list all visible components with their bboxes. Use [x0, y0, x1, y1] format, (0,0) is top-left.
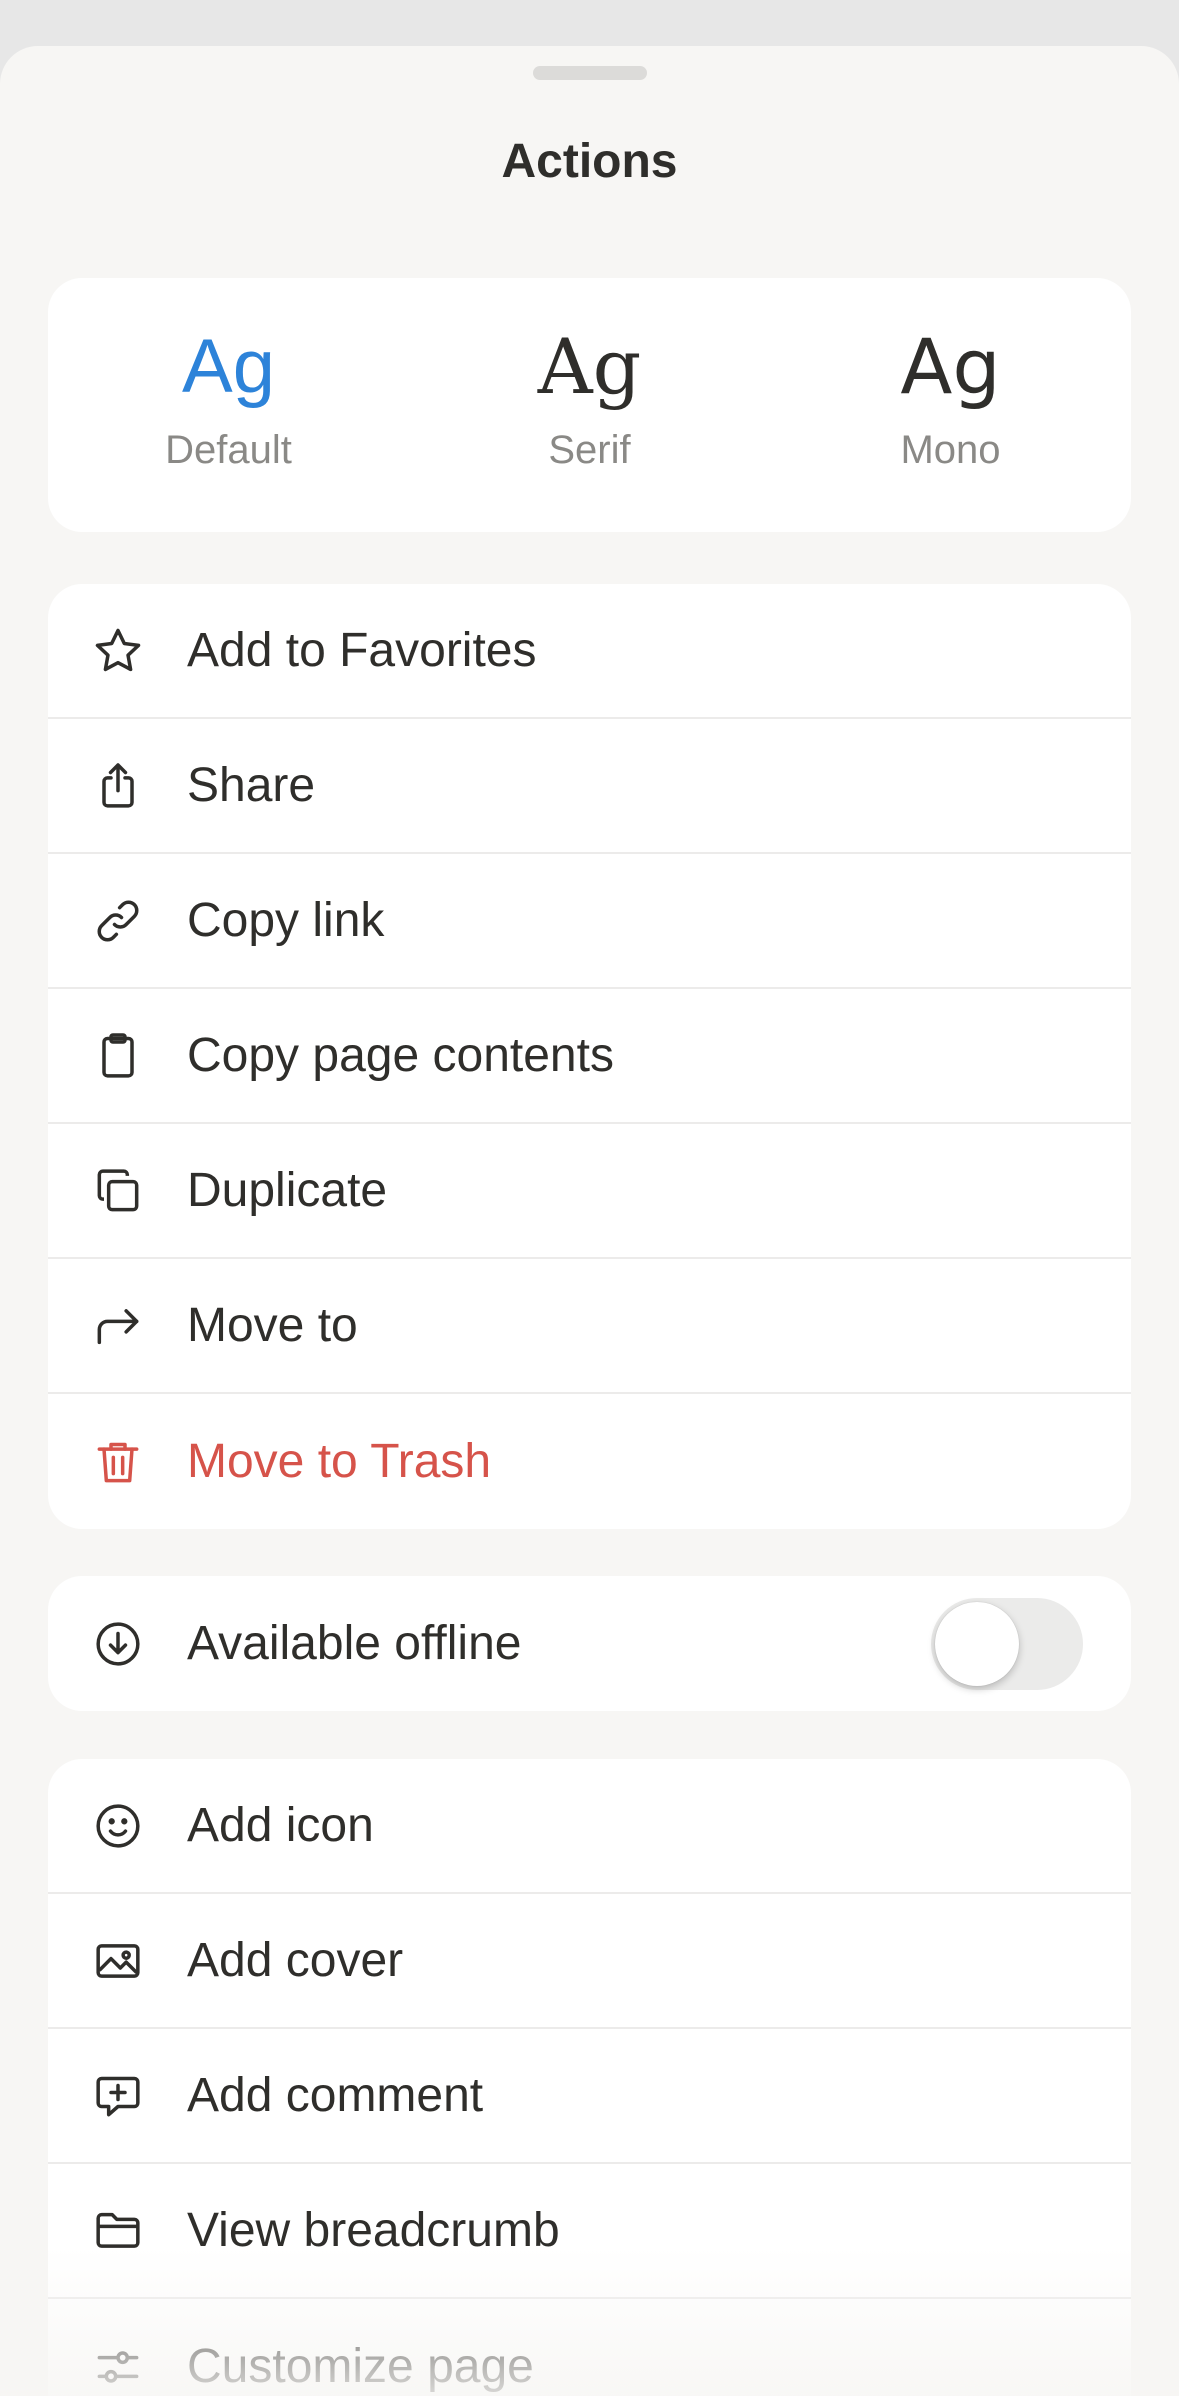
page-extras-group: Add icon Add cover Add comment View brea…: [48, 1759, 1131, 2396]
duplicate-button[interactable]: Duplicate: [48, 1124, 1131, 1259]
move-to-button[interactable]: Move to: [48, 1259, 1131, 1394]
move-to-trash-button[interactable]: Move to Trash: [48, 1394, 1131, 1529]
font-sample-serif: Ag: [537, 322, 642, 411]
page-actions-group: Add to Favorites Share Copy link Copy pa…: [48, 584, 1131, 1529]
sheet-grabber[interactable]: [533, 66, 647, 80]
copy-link-label: Copy link: [187, 894, 385, 947]
font-label-mono: Mono: [900, 428, 1001, 472]
view-breadcrumb-button[interactable]: View breadcrumb: [48, 2164, 1131, 2299]
smiley-icon: [90, 1798, 146, 1854]
sheet-title: Actions: [501, 135, 678, 188]
add-comment-label: Add comment: [187, 2069, 484, 2122]
share-label: Share: [187, 759, 316, 812]
copy-link-button[interactable]: Copy link: [48, 854, 1131, 989]
sliders-icon: [90, 2339, 146, 2395]
font-option-default[interactable]: Ag Default: [48, 278, 409, 532]
add-icon-button[interactable]: Add icon: [48, 1759, 1131, 1894]
share-button[interactable]: Share: [48, 719, 1131, 854]
add-to-favorites-button[interactable]: Add to Favorites: [48, 584, 1131, 719]
font-sample-default: Ag: [182, 324, 275, 409]
font-option-serif[interactable]: Ag Serif: [409, 278, 770, 532]
trash-icon: [90, 1434, 146, 1490]
add-icon-label: Add icon: [187, 1799, 374, 1852]
font-label-serif: Serif: [548, 428, 631, 472]
available-offline-toggle[interactable]: [931, 1597, 1083, 1690]
add-cover-label: Add cover: [187, 1934, 404, 1987]
available-offline-row: Available offline: [48, 1576, 1131, 1711]
image-icon: [90, 1933, 146, 1989]
move-to-label: Move to: [187, 1299, 358, 1352]
duplicate-label: Duplicate: [187, 1164, 388, 1217]
share-icon: [90, 758, 146, 814]
offline-group: Available offline: [48, 1576, 1131, 1711]
folder-icon: [90, 2203, 146, 2259]
add-to-favorites-label: Add to Favorites: [187, 624, 537, 677]
duplicate-icon: [90, 1163, 146, 1219]
copy-page-contents-button[interactable]: Copy page contents: [48, 989, 1131, 1124]
font-option-mono[interactable]: Ag Mono: [770, 278, 1131, 532]
view-breadcrumb-label: View breadcrumb: [187, 2204, 560, 2257]
arrow-turn-right-icon: [90, 1298, 146, 1354]
star-icon: [90, 623, 146, 679]
customize-page-label: Customize page: [187, 2340, 534, 2393]
clipboard-icon: [90, 1028, 146, 1084]
font-label-default: Default: [165, 428, 292, 472]
link-icon: [90, 893, 146, 949]
download-circle-icon: [90, 1616, 146, 1672]
font-sample-mono: Ag: [900, 322, 1001, 411]
copy-page-contents-label: Copy page contents: [187, 1029, 614, 1082]
toggle-knob: [935, 1601, 1019, 1686]
add-comment-button[interactable]: Add comment: [48, 2029, 1131, 2164]
move-to-trash-label: Move to Trash: [187, 1435, 492, 1488]
add-cover-button[interactable]: Add cover: [48, 1894, 1131, 2029]
font-picker: Ag Default Ag Serif Ag Mono: [48, 278, 1131, 532]
customize-page-button[interactable]: Customize page: [48, 2299, 1131, 2396]
actions-sheet: Actions Ag Default Ag Serif Ag Mono Add …: [0, 46, 1179, 2396]
available-offline-label: Available offline: [187, 1617, 522, 1670]
add-comment-icon: [90, 2068, 146, 2124]
